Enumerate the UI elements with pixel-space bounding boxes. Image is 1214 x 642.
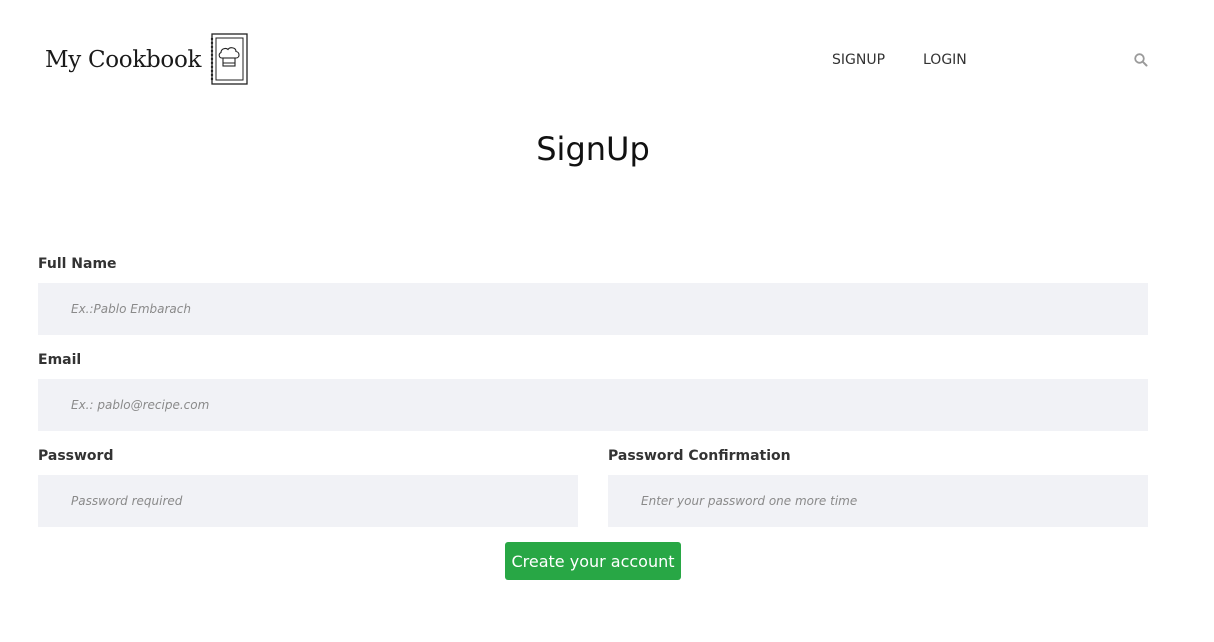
create-account-button[interactable]: Create your account <box>505 542 681 580</box>
search-icon <box>1134 53 1148 67</box>
email-input[interactable] <box>38 379 1148 431</box>
password-input[interactable] <box>38 475 578 527</box>
search-button[interactable] <box>1133 52 1149 68</box>
full-name-label: Full Name <box>38 256 117 272</box>
chef-book-icon <box>210 33 248 85</box>
brand-name: My Cookbook <box>45 47 202 73</box>
password-confirmation-label: Password Confirmation <box>608 448 791 464</box>
nav-signup-link[interactable]: SIGNUP <box>832 52 885 68</box>
brand-link[interactable]: My Cookbook <box>45 33 249 87</box>
password-label: Password <box>38 448 114 464</box>
page-title: SignUp <box>536 130 650 168</box>
nav-login-link[interactable]: LOGIN <box>923 52 967 68</box>
password-confirmation-input[interactable] <box>608 475 1148 527</box>
site-header: My Cookbook SIGNUP LOGIN <box>0 0 1214 120</box>
full-name-input[interactable] <box>38 283 1148 335</box>
email-label: Email <box>38 352 82 368</box>
